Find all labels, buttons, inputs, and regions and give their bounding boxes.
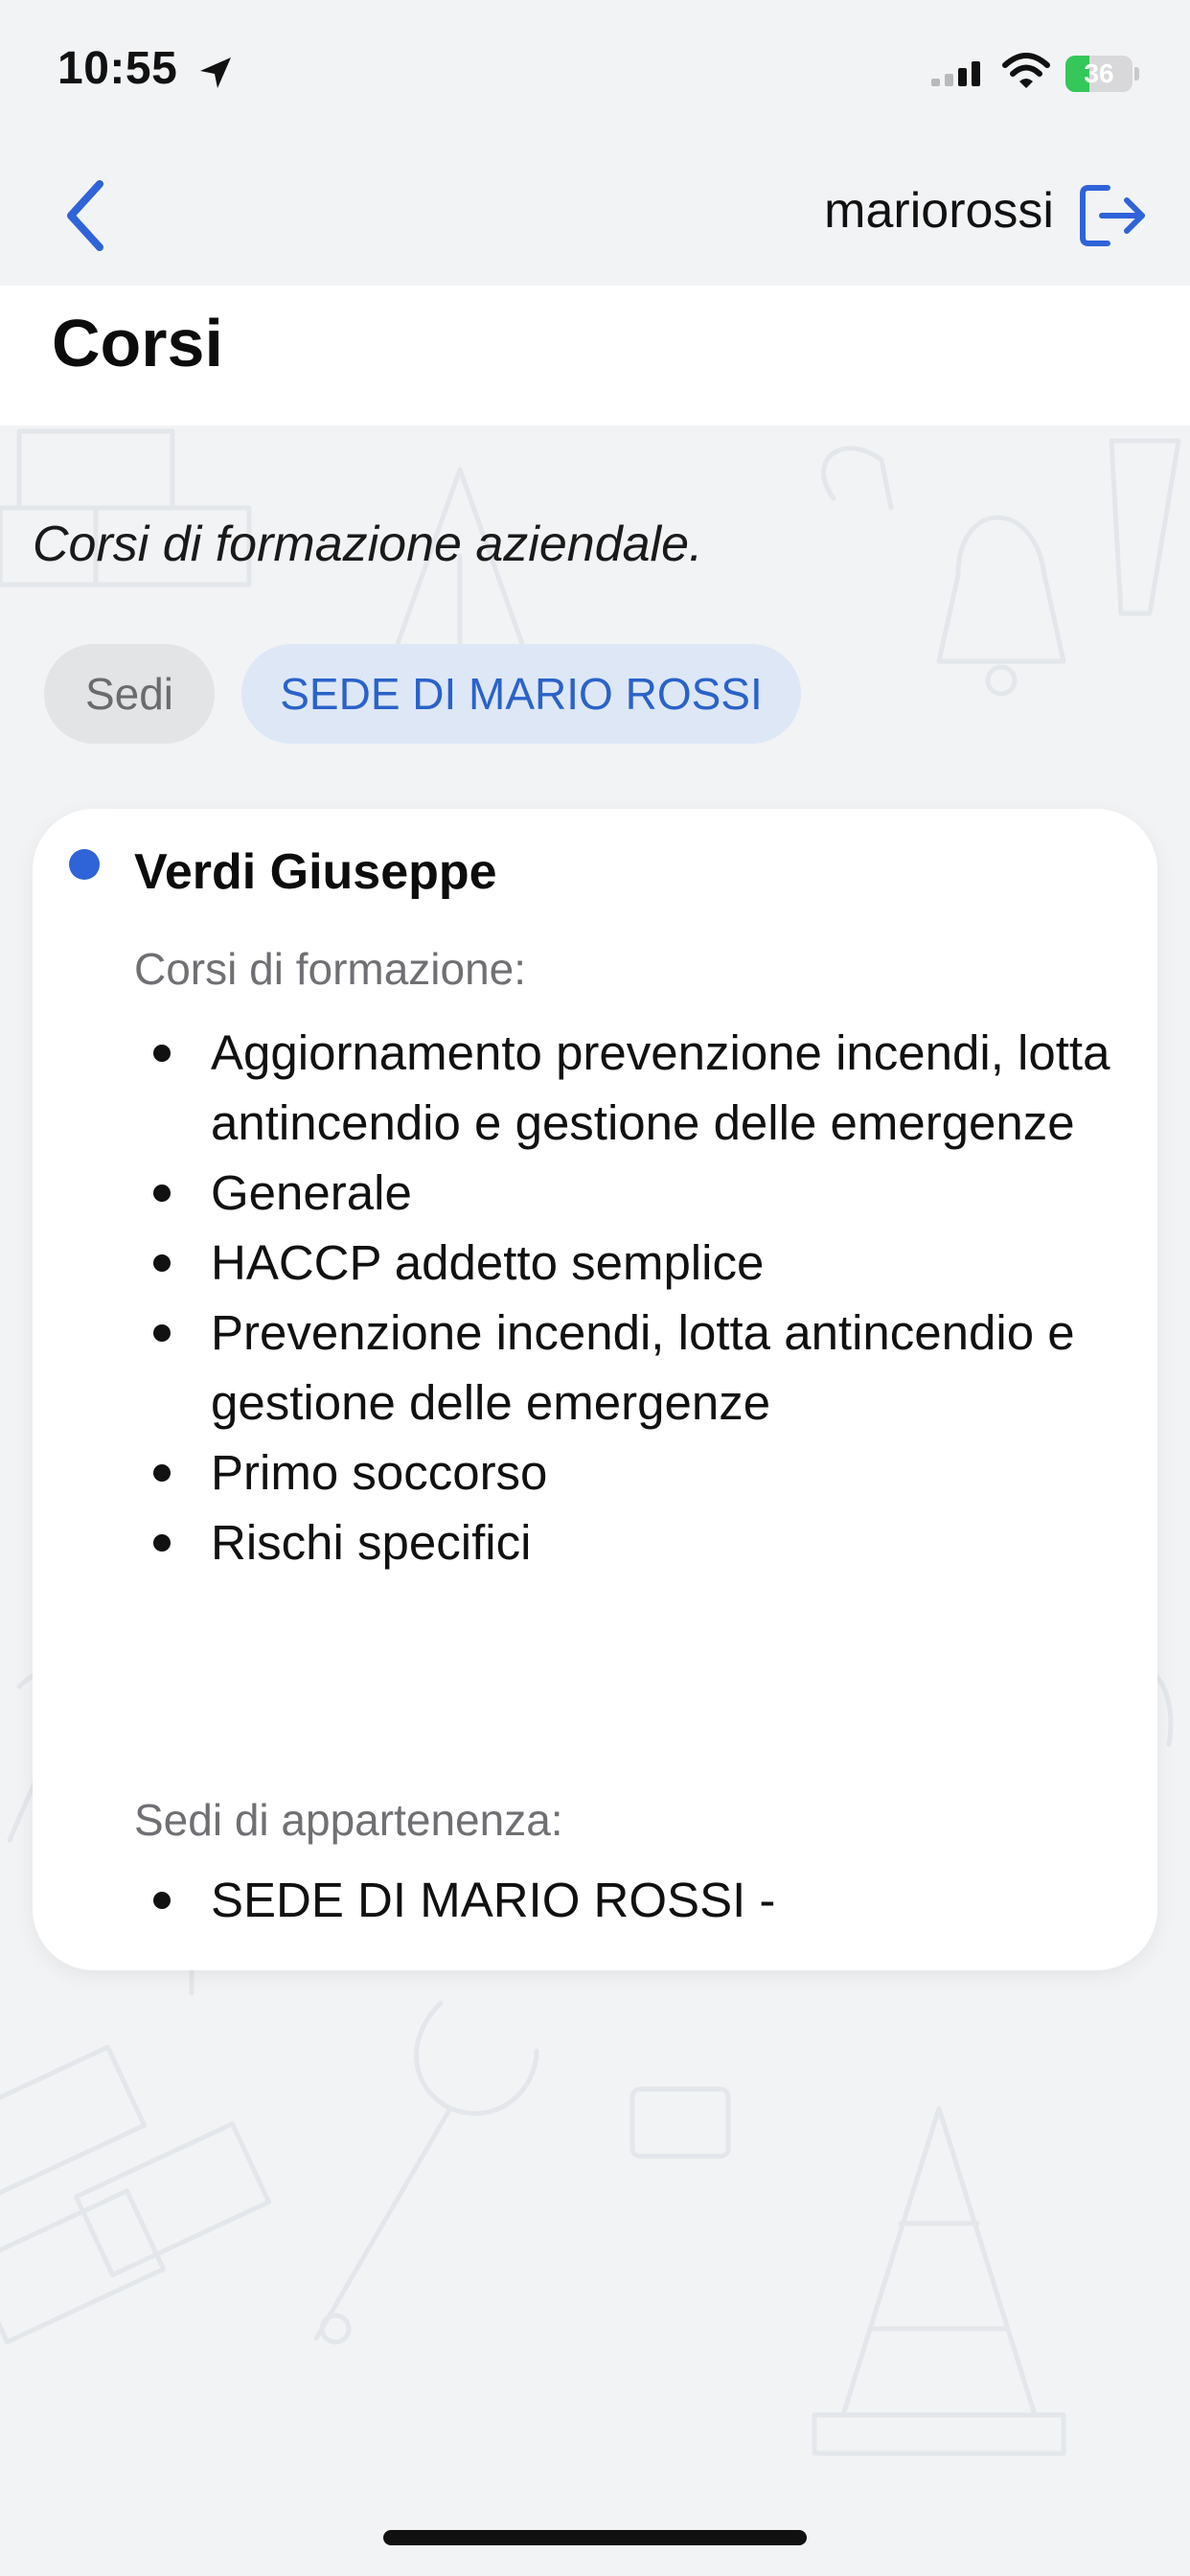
home-indicator[interactable] bbox=[383, 2530, 807, 2545]
course-item: HACCP addetto semplice bbox=[134, 1228, 1131, 1298]
status-dot bbox=[69, 849, 100, 880]
course-item: Primo soccorso bbox=[134, 1438, 1131, 1507]
wifi-icon bbox=[1002, 53, 1050, 88]
sedi-list: SEDE DI MARIO ROSSI - bbox=[134, 1865, 1131, 1935]
title-band: Corsi bbox=[0, 286, 1190, 426]
selected-sede-chip[interactable]: SEDE DI MARIO ROSSI bbox=[241, 644, 801, 744]
course-item: Prevenzione incendi, lotta antincendio e… bbox=[134, 1298, 1131, 1438]
page-subtitle: Corsi di formazione aziendale. bbox=[33, 517, 703, 572]
courses-list: Aggiornamento prevenzione incendi, lotta… bbox=[134, 1018, 1131, 1577]
doodle-tool bbox=[821, 438, 1181, 616]
sede-item: SEDE DI MARIO ROSSI - bbox=[134, 1865, 1131, 1935]
status-time: 10:55 bbox=[57, 43, 178, 94]
nav-bar: mariorossi bbox=[0, 144, 1190, 286]
status-bar: 10:55 36 bbox=[0, 0, 1190, 144]
employee-card[interactable]: Verdi Giuseppe Corsi di formazione: Aggi… bbox=[33, 809, 1157, 1970]
chevron-left-icon[interactable] bbox=[57, 172, 115, 259]
page-title: Corsi bbox=[52, 306, 223, 380]
battery-body: 36 bbox=[1065, 56, 1133, 92]
sedi-chip[interactable]: Sedi bbox=[44, 644, 215, 744]
cellular-signal-icon bbox=[931, 61, 980, 86]
battery-level: 36 bbox=[1084, 58, 1114, 88]
username-label: mariorossi bbox=[824, 183, 1054, 239]
courses-label: Corsi di formazione: bbox=[134, 944, 527, 994]
battery-cap bbox=[1134, 67, 1139, 80]
location-arrow-icon bbox=[200, 58, 231, 88]
doodle-wrench bbox=[313, 2000, 539, 2345]
doodle-bell bbox=[936, 515, 1066, 697]
course-item: Aggiornamento prevenzione incendi, lotta… bbox=[134, 1018, 1131, 1158]
logout-icon[interactable] bbox=[1079, 182, 1150, 249]
course-item: Generale bbox=[134, 1158, 1131, 1228]
sedi-label: Sedi di appartenenza: bbox=[134, 1795, 563, 1845]
employee-name: Verdi Giuseppe bbox=[134, 844, 497, 900]
doodle-cone bbox=[812, 2105, 1066, 2456]
battery-charging-icon: 36 bbox=[1065, 56, 1139, 92]
course-item: Rischi specifici bbox=[134, 1507, 1131, 1577]
